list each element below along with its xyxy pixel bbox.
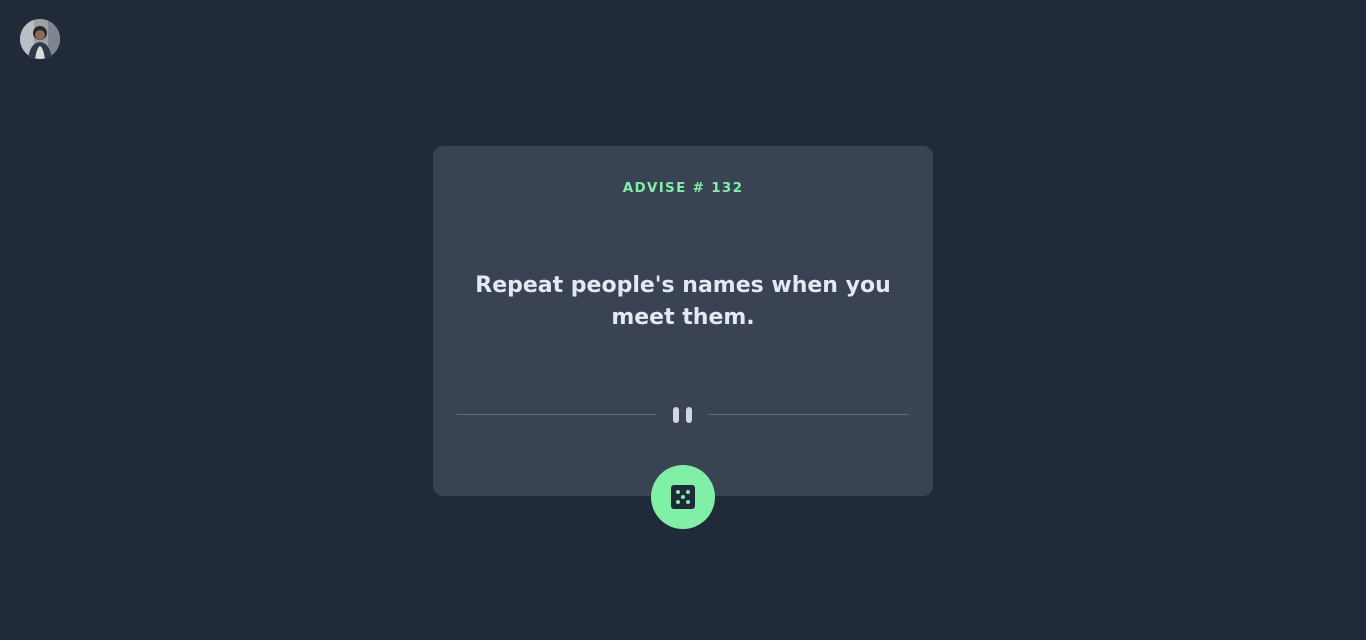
new-advice-button[interactable] [651,465,715,529]
advice-quote: Repeat people's names when you meet them… [475,273,891,330]
user-avatar-icon [20,19,60,59]
dice-icon [671,485,695,509]
avatar[interactable] [20,19,60,59]
advice-card: ADVISE # 132 Repeat people's names when … [433,146,933,496]
pattern-divider [457,406,909,424]
pause-icon [672,407,694,424]
divider-line-right [709,414,909,415]
advice-id-label: ADVISE # 132 [622,180,744,196]
divider-line-left [457,414,657,415]
